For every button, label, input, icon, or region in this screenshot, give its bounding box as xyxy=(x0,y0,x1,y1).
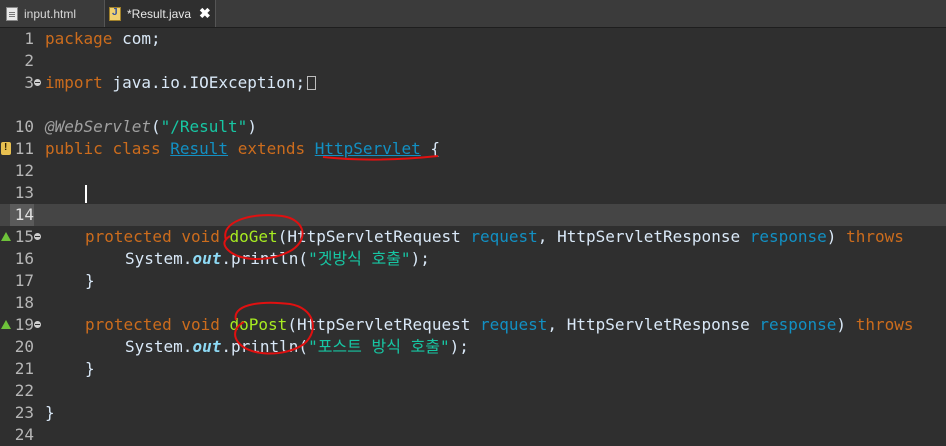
editor-tab-bar: input.html *Result.java ✖ xyxy=(0,0,946,28)
code-line: 19 protected void doPost(HttpServletRequ… xyxy=(0,314,946,336)
code-line: 13 xyxy=(0,182,946,204)
code-line: 12 xyxy=(0,160,946,182)
code-text: @WebServlet("/Result") xyxy=(45,117,257,136)
line-number: 14 xyxy=(10,204,34,226)
line-number: 22 xyxy=(14,381,34,400)
line-number: 21 xyxy=(14,359,34,378)
line-number: 12 xyxy=(14,161,34,180)
tab-label: input.html xyxy=(24,6,77,21)
line-number: 11 xyxy=(14,139,34,158)
code-line: 2 xyxy=(0,50,946,72)
code-text: } xyxy=(45,403,55,422)
code-line-current: 14 xyxy=(0,204,946,226)
line-number: 18 xyxy=(14,293,34,312)
code-line: 3 import java.io.IOException; xyxy=(0,72,946,94)
folded-imports-box[interactable] xyxy=(307,76,317,90)
line-number: 1 xyxy=(24,29,34,48)
code-text: package com; xyxy=(45,29,161,48)
line-number: 3 xyxy=(24,73,34,92)
line-number: 23 xyxy=(14,403,34,422)
text-cursor xyxy=(85,185,87,203)
tab-label: *Result.java xyxy=(127,6,192,21)
code-line: 10 @WebServlet("/Result") xyxy=(0,116,946,138)
fold-expand-icon[interactable] xyxy=(34,79,41,86)
code-line: 18 xyxy=(0,292,946,314)
line-number: 13 xyxy=(14,183,34,202)
code-line: 16 System.out.println("겟방식 호출"); xyxy=(0,248,946,270)
tab-input-html[interactable]: input.html xyxy=(6,0,76,27)
code-text: System.out.println("겟방식 호출"); xyxy=(125,249,430,268)
code-editor[interactable]: 1 package com; 2 3 import java.io.IOExce… xyxy=(0,28,946,444)
code-text: } xyxy=(85,271,95,290)
code-line: 23 } xyxy=(0,402,946,424)
code-line: 15 protected void doGet(HttpServletReque… xyxy=(0,226,946,248)
code-line: 17 } xyxy=(0,270,946,292)
code-line: 11 public class Result extends HttpServl… xyxy=(0,138,946,160)
code-line: 21 } xyxy=(0,358,946,380)
code-line: 20 System.out.println("포스트 방식 호출"); xyxy=(0,336,946,358)
code-text: } xyxy=(85,359,95,378)
fold-collapse-icon[interactable] xyxy=(34,321,41,328)
line-number: 24 xyxy=(14,425,34,444)
line-number: 16 xyxy=(14,249,34,268)
code-text: import java.io.IOException; xyxy=(45,72,317,94)
code-line: 24 xyxy=(0,424,946,446)
line-number: 2 xyxy=(24,51,34,70)
html-file-icon xyxy=(6,6,18,21)
code-text: public class Result extends HttpServlet … xyxy=(45,139,440,158)
code-text: protected void doGet(HttpServletRequest … xyxy=(85,227,904,246)
code-text: protected void doPost(HttpServletRequest… xyxy=(85,315,914,334)
line-number: 15 xyxy=(14,227,34,246)
tab-result-java[interactable]: *Result.java ✖ xyxy=(104,0,216,27)
line-number: 20 xyxy=(14,337,34,356)
java-file-icon xyxy=(109,6,121,21)
fold-collapse-icon[interactable] xyxy=(34,233,41,240)
code-line: 22 xyxy=(0,380,946,402)
code-line: 1 package com; xyxy=(0,28,946,50)
close-icon[interactable]: ✖ xyxy=(199,5,211,22)
line-number: 17 xyxy=(14,271,34,290)
line-number: 10 xyxy=(14,117,34,136)
line-number: 19 xyxy=(14,315,34,334)
code-text: System.out.println("포스트 방식 호출"); xyxy=(125,337,469,356)
